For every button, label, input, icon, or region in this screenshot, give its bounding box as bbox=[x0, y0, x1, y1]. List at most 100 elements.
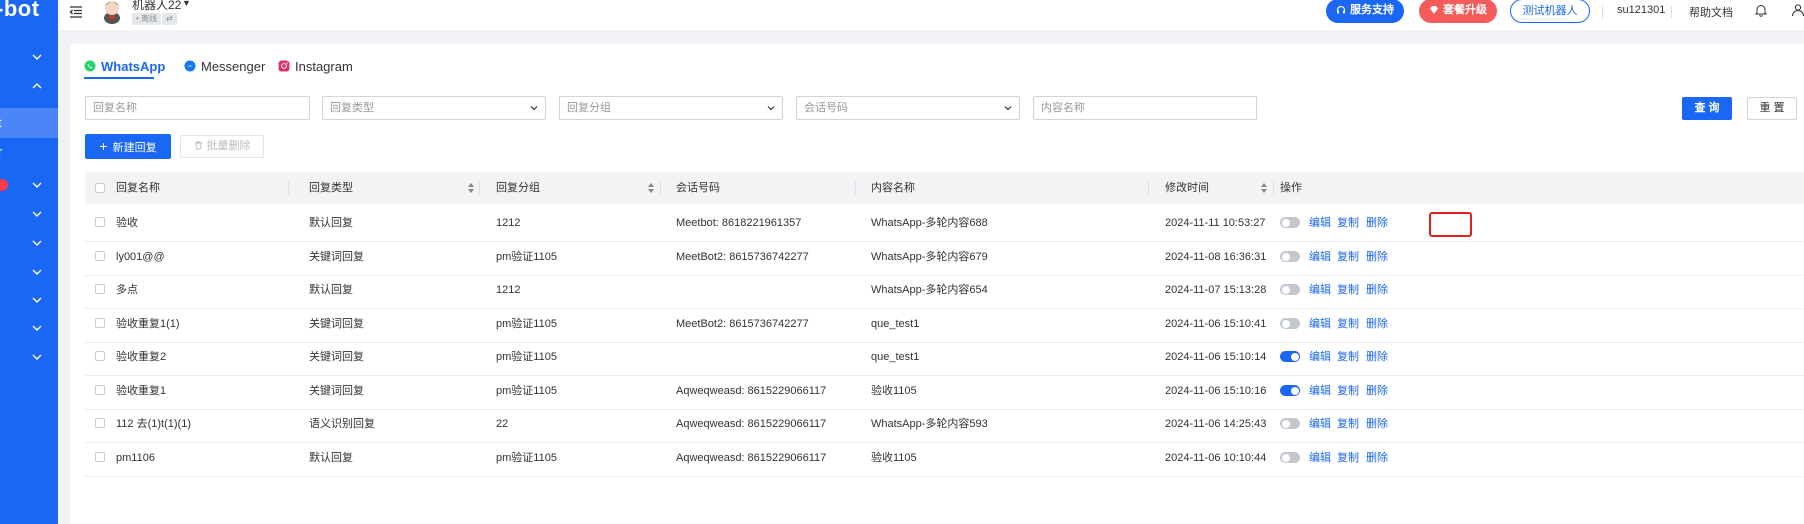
delete-link[interactable]: 删除 bbox=[1366, 439, 1388, 477]
chevron-down-icon bbox=[32, 182, 42, 188]
service-support-label: 服务支持 bbox=[1350, 4, 1394, 16]
username[interactable]: su121301 bbox=[1617, 4, 1665, 16]
col-reply-group: 回复分组 bbox=[496, 182, 540, 194]
sort-icon[interactable] bbox=[468, 183, 474, 193]
row-checkbox[interactable] bbox=[95, 351, 105, 361]
active-tab-indicator bbox=[84, 77, 154, 79]
cell-reply-group: 1212 bbox=[496, 217, 521, 229]
toggle-knob bbox=[1281, 453, 1290, 462]
select-all-checkbox[interactable] bbox=[95, 183, 105, 193]
enable-toggle[interactable] bbox=[1280, 351, 1300, 362]
sidebar-item[interactable] bbox=[0, 257, 58, 287]
notification-dot bbox=[0, 179, 8, 191]
sidebar-item[interactable] bbox=[0, 170, 58, 200]
chevron-up-icon bbox=[32, 83, 42, 89]
sidebar-item[interactable]: r bbox=[0, 137, 58, 167]
chevron-down-icon bbox=[32, 325, 42, 331]
reply-type-select[interactable]: 回复类型 bbox=[322, 96, 546, 120]
column-divider bbox=[1148, 181, 1149, 195]
plan-upgrade-button[interactable]: 套餐升级 bbox=[1419, 0, 1497, 23]
reply-name-input[interactable]: 回复名称 bbox=[85, 96, 310, 120]
sidebar-item[interactable] bbox=[0, 285, 58, 315]
row-checkbox[interactable] bbox=[95, 284, 105, 294]
menu-fold-icon[interactable] bbox=[68, 4, 84, 20]
table-row: pm1106 默认回复 pm验证1105 Aqweqweasd: 8615229066… bbox=[85, 439, 1804, 477]
col-operations: 操作 bbox=[1280, 182, 1302, 194]
table-row: 验收重复2 关键词回复 pm验证1105 que_test1 2024-11-06 15… bbox=[85, 338, 1804, 376]
bot-switch-caret-icon[interactable]: ▼ bbox=[182, 0, 191, 8]
batch-delete-button[interactable]: 批量删除 bbox=[180, 135, 264, 158]
table-row: 112 去(1)t(1)(1) 语义识别回复 22 Aqweqweasd: 86152… bbox=[85, 405, 1804, 443]
query-button[interactable]: 查 询 bbox=[1682, 97, 1732, 120]
enable-toggle[interactable] bbox=[1280, 385, 1300, 396]
sidebar: -bot tr bbox=[0, 0, 58, 524]
help-docs-link[interactable]: 帮助文档 bbox=[1689, 4, 1733, 20]
edit-link[interactable]: 编辑 bbox=[1309, 439, 1331, 477]
edit-link[interactable]: 编辑 bbox=[1309, 405, 1331, 443]
row-checkbox[interactable] bbox=[95, 452, 105, 462]
new-reply-label: 新建回复 bbox=[112, 142, 157, 154]
top-bar: 机器人22 ▼ • 离线 ⇄ 服务支持 套餐升级 测试机器人 su121301 … bbox=[58, 0, 1804, 30]
tab-instagram[interactable]: Instagram bbox=[278, 59, 353, 83]
cell-modified-time: 2024-11-06 15:10:14 bbox=[1165, 351, 1267, 363]
reply-group-placeholder: 回复分组 bbox=[567, 102, 611, 114]
row-checkbox[interactable] bbox=[95, 385, 105, 395]
sidebar-item[interactable] bbox=[0, 313, 58, 343]
sidebar-item[interactable] bbox=[0, 228, 58, 258]
tab-instagram-label: Instagram bbox=[295, 59, 353, 74]
enable-toggle[interactable] bbox=[1280, 217, 1300, 228]
tab-messenger[interactable]: Messenger bbox=[184, 59, 265, 83]
sidebar-item[interactable] bbox=[0, 199, 58, 229]
toggle-knob bbox=[1281, 285, 1290, 294]
copy-link[interactable]: 复制 bbox=[1337, 271, 1359, 309]
delete-link[interactable]: 删除 bbox=[1366, 338, 1388, 376]
enable-toggle[interactable] bbox=[1280, 418, 1300, 429]
sidebar-item[interactable] bbox=[0, 342, 58, 372]
edit-link[interactable]: 编辑 bbox=[1309, 271, 1331, 309]
chevron-down-icon bbox=[32, 54, 42, 60]
diamond-icon bbox=[1430, 6, 1438, 15]
enable-toggle[interactable] bbox=[1280, 251, 1300, 262]
delete-link[interactable]: 删除 bbox=[1366, 271, 1388, 309]
edit-link[interactable]: 编辑 bbox=[1309, 204, 1331, 242]
row-checkbox[interactable] bbox=[95, 418, 105, 428]
divider bbox=[1602, 6, 1603, 18]
copy-link[interactable]: 复制 bbox=[1337, 338, 1359, 376]
row-checkbox[interactable] bbox=[95, 318, 105, 328]
bot-name[interactable]: 机器人22 bbox=[132, 0, 181, 13]
row-checkbox[interactable] bbox=[95, 217, 105, 227]
sidebar-item[interactable] bbox=[0, 71, 58, 101]
copy-link[interactable]: 复制 bbox=[1337, 405, 1359, 443]
new-reply-button[interactable]: + 新建回复 bbox=[85, 134, 171, 159]
user-icon[interactable] bbox=[1791, 3, 1804, 17]
test-bot-button[interactable]: 测试机器人 bbox=[1510, 0, 1590, 23]
divider bbox=[1671, 6, 1672, 18]
col-reply-type: 回复类型 bbox=[309, 182, 353, 194]
row-checkbox[interactable] bbox=[95, 251, 105, 261]
delete-link[interactable]: 删除 bbox=[1366, 405, 1388, 443]
cell-modified-time: 2024-11-07 15:13:28 bbox=[1165, 284, 1267, 296]
session-number-placeholder: 会话号码 bbox=[804, 102, 848, 114]
enable-toggle[interactable] bbox=[1280, 284, 1300, 295]
delete-link[interactable]: 删除 bbox=[1366, 204, 1388, 242]
session-number-select[interactable]: 会话号码 bbox=[796, 96, 1020, 120]
content-name-input[interactable]: 内容名称 bbox=[1033, 96, 1257, 120]
reply-group-select[interactable]: 回复分组 bbox=[559, 96, 783, 120]
highlight-box bbox=[1429, 212, 1472, 237]
copy-link[interactable]: 复制 bbox=[1337, 439, 1359, 477]
bell-icon[interactable] bbox=[1754, 3, 1768, 17]
service-support-button[interactable]: 服务支持 bbox=[1326, 0, 1404, 23]
cell-reply-name: 多点 bbox=[116, 284, 138, 296]
chevron-down-icon bbox=[32, 354, 42, 360]
reset-button[interactable]: 重 置 bbox=[1747, 97, 1797, 120]
sort-icon[interactable] bbox=[1261, 183, 1267, 193]
sidebar-item[interactable]: t bbox=[0, 108, 58, 138]
edit-link[interactable]: 编辑 bbox=[1309, 338, 1331, 376]
sort-icon[interactable] bbox=[648, 183, 654, 193]
enable-toggle[interactable] bbox=[1280, 452, 1300, 463]
sidebar-item[interactable] bbox=[0, 42, 58, 72]
bot-switch-badge[interactable]: ⇄ bbox=[162, 13, 177, 25]
enable-toggle[interactable] bbox=[1280, 318, 1300, 329]
copy-link[interactable]: 复制 bbox=[1337, 204, 1359, 242]
tab-whatsapp[interactable]: WhatsApp bbox=[84, 59, 165, 83]
